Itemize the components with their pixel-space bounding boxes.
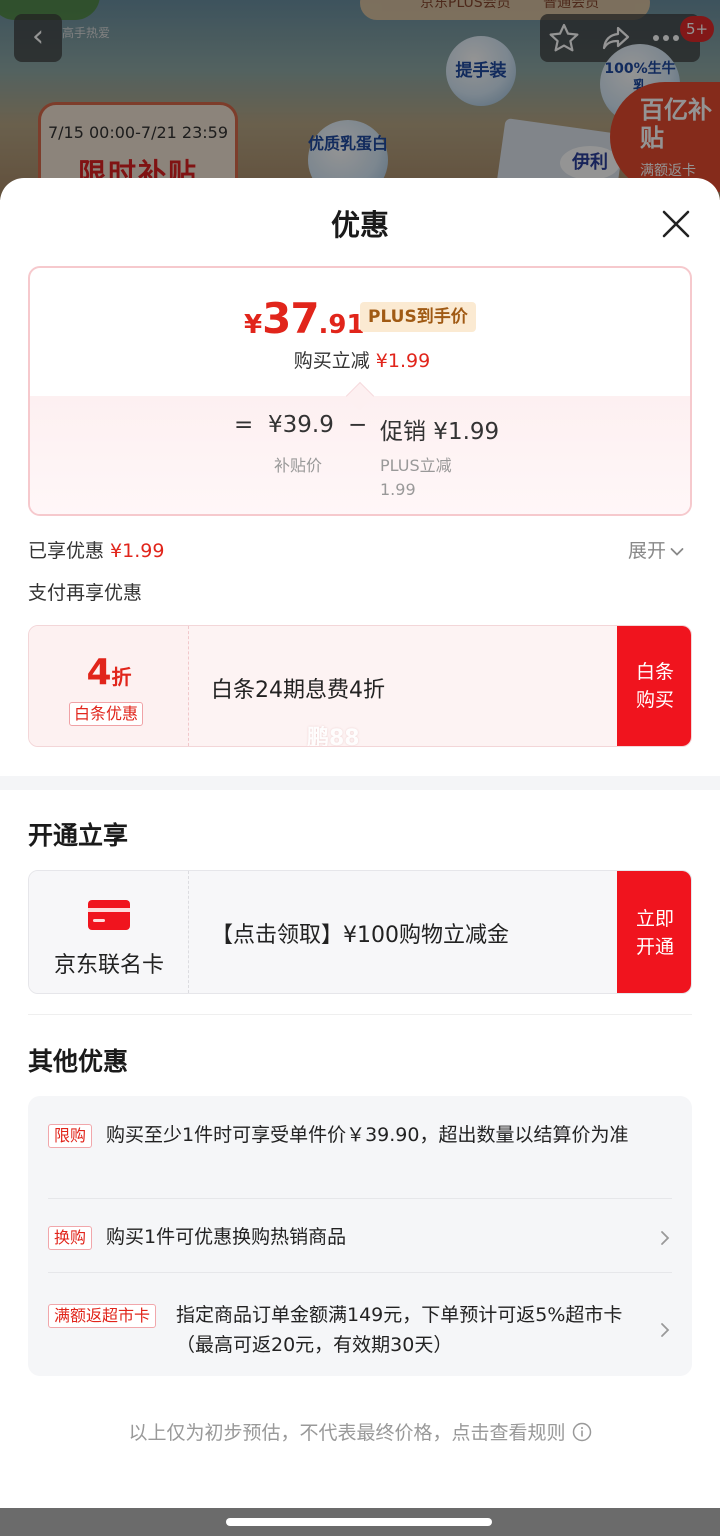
chevron-right-icon: [661, 1231, 670, 1245]
final-price: ¥37.91: [244, 294, 365, 343]
formula-plus-reduce: PLUS立减 1.99: [380, 454, 490, 502]
formula-promo: 促销 ¥1.99: [380, 419, 500, 445]
enjoyed-discount: 已享优惠 ¥1.99: [28, 536, 164, 563]
baitiao-discount-block: 4折 白条优惠: [29, 626, 189, 746]
plus-price-tag: PLUS到手价: [360, 302, 476, 332]
baitiao-discount-unit: 折: [111, 665, 132, 689]
other-offers-list: 限购 购买至少1件时可享受单件价￥39.90，超出数量以结算价为准 换购 购买1…: [28, 1096, 692, 1376]
credit-card-icon: [88, 900, 130, 930]
watermark-text: 鹏88: [307, 726, 360, 747]
discount-sheet: 优惠 ¥37.91 PLUS到手价 购买立减 ¥1.99 = ¥39.9 − 促销…: [0, 178, 720, 1536]
formula-equals: =: [234, 412, 254, 438]
modal-overlay[interactable]: [0, 0, 720, 200]
list-item[interactable]: 换购 购买1件可优惠换购热销商品: [48, 1222, 672, 1252]
sheet-title: 优惠: [330, 208, 389, 242]
formula-minus: −: [348, 412, 368, 438]
final-price-integer: 37: [262, 294, 319, 343]
open-card-line1: 立即: [635, 908, 674, 930]
baitiao-buy-line1: 白条: [635, 661, 674, 683]
plus-reduce-label: PLUS立减: [380, 456, 452, 475]
price-breakdown-card: ¥37.91 PLUS到手价 购买立减 ¥1.99 = ¥39.9 − 促销 ¥1…: [28, 266, 692, 516]
instant-reduce-label: 购买立减: [293, 350, 370, 372]
section-divider: [0, 776, 720, 790]
formula-base-label: 补贴价: [274, 456, 323, 475]
open-card-button[interactable]: 立即 开通: [617, 871, 691, 993]
other-section-title: 其他优惠: [28, 1047, 129, 1076]
cobrand-card-block: 京东联名卡: [29, 871, 189, 993]
formula-base-price: ¥39.9: [268, 412, 334, 438]
instant-reduce-value: ¥1.99: [375, 350, 431, 372]
baitiao-offer-card[interactable]: 4折 白条优惠 白条24期息费4折 鹏88 白条 购买: [28, 625, 692, 747]
baitiao-buy-line2: 购买: [635, 689, 674, 711]
info-icon: [572, 1422, 591, 1442]
list-separator: [48, 1198, 672, 1199]
rules-footnote[interactable]: 以上仅为初步预估，不代表最终价格，点击查看规则: [0, 1418, 720, 1445]
offer-text: 购买至少1件时可享受单件价￥39.90，超出数量以结算价为准: [106, 1124, 629, 1146]
offer-text: 指定商品订单金额满149元，下单预计可返5%超市卡（最高可返20元，有效期30天…: [176, 1304, 623, 1356]
final-price-decimal: .91: [318, 310, 365, 340]
cobrand-card-name: 京东联名卡: [53, 953, 164, 978]
final-price-currency: ¥: [244, 310, 263, 340]
instant-reduce-line: 购买立减 ¥1.99: [30, 346, 690, 373]
enjoyed-value: ¥1.99: [110, 540, 165, 562]
baitiao-discount: 4折: [29, 652, 189, 693]
expand-toggle[interactable]: 展开: [628, 536, 684, 563]
baitiao-buy-button[interactable]: 白条 购买: [617, 626, 691, 746]
list-separator: [48, 1272, 672, 1273]
close-icon[interactable]: [656, 204, 696, 244]
open-section-title: 开通立享: [28, 821, 129, 850]
list-item[interactable]: 满额返超市卡 指定商品订单金额满149元，下单预计可返5%超市卡（最高可返20元…: [48, 1300, 672, 1358]
baitiao-tag: 白条优惠: [69, 702, 144, 726]
offer-tag: 限购: [48, 1124, 93, 1148]
product-page-background: 京东PLUS会员 普通会员 ‹ 高手热爱 5+ 提手装 优质乳蛋白 100%生牛…: [0, 0, 720, 200]
list-item: 限购 购买至少1件时可享受单件价￥39.90，超出数量以结算价为准: [48, 1120, 672, 1178]
baitiao-discount-number: 4: [86, 652, 112, 693]
offer-tag: 满额返超市卡: [48, 1304, 157, 1328]
offer-tag: 换购: [48, 1226, 93, 1250]
home-indicator[interactable]: [226, 1518, 492, 1526]
pay-more-label: 支付再享优惠: [28, 582, 143, 604]
footnote-text: 以上仅为初步预估，不代表最终价格，点击查看规则: [128, 1422, 566, 1444]
cobrand-card-offer[interactable]: 京东联名卡 【点击领取】¥100购物立减金 立即 开通: [28, 870, 692, 994]
offer-text: 购买1件可优惠换购热销商品: [106, 1226, 347, 1248]
screen: 京东PLUS会员 普通会员 ‹ 高手热爱 5+ 提手装 优质乳蛋白 100%生牛…: [0, 0, 720, 1536]
open-card-line2: 开通: [635, 936, 674, 958]
plus-reduce-value: 1.99: [380, 480, 416, 499]
light-divider: [28, 1014, 692, 1015]
baitiao-description: 白条24期息费4折: [211, 678, 385, 703]
chevron-down-icon: [670, 547, 684, 556]
enjoyed-label: 已享优惠: [28, 540, 105, 562]
expand-label: 展开: [628, 540, 667, 562]
cobrand-card-description: 【点击领取】¥100购物立减金: [211, 923, 509, 948]
chevron-right-icon: [661, 1323, 670, 1337]
